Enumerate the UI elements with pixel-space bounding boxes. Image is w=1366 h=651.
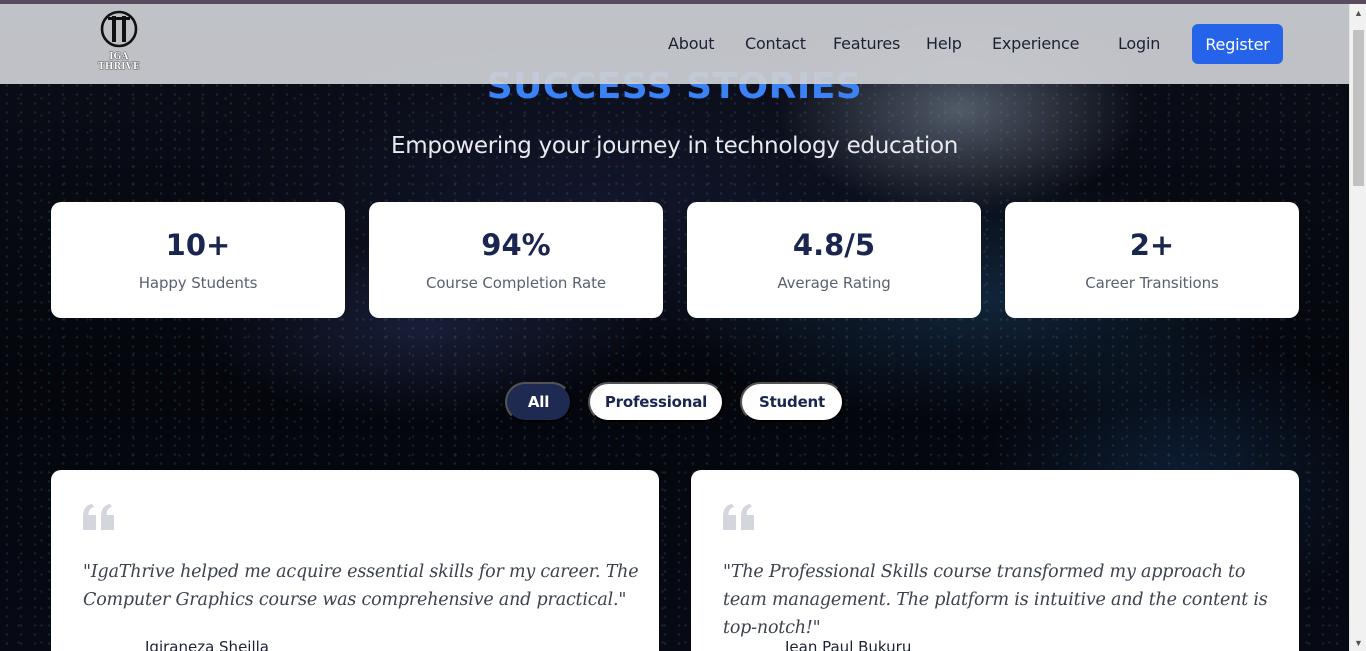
stat-label: Career Transitions: [1085, 274, 1219, 292]
stat-card-career-transitions: 2+ Career Transitions: [1005, 202, 1299, 318]
filter-professional-button[interactable]: Professional: [588, 382, 724, 422]
filter-student-button[interactable]: Student: [740, 382, 844, 422]
scrollbar-thumb[interactable]: [1353, 30, 1364, 186]
stat-label: Happy Students: [138, 274, 258, 292]
page-scrollbar[interactable]: ▲ ▼: [1349, 4, 1366, 651]
testimonial-author: Igiraneza Sheilla: [145, 638, 269, 651]
register-button[interactable]: Register: [1192, 24, 1283, 64]
nav-experience[interactable]: Experience: [992, 34, 1079, 53]
testimonial-quote: "The Professional Skills course transfor…: [723, 562, 1268, 638]
nav-features[interactable]: Features: [833, 34, 900, 53]
nav-contact[interactable]: Contact: [745, 34, 806, 53]
logo-icon: [100, 10, 138, 48]
login-link[interactable]: Login: [1118, 34, 1160, 53]
stat-label: Course Completion Rate: [425, 274, 606, 292]
nav-about[interactable]: About: [668, 34, 715, 53]
testimonial-card: "IgaThrive helped me acquire essential s…: [51, 470, 659, 651]
stat-card-average-rating: 4.8/5 Average Rating: [687, 202, 981, 318]
testimonial-author: Jean Paul Bukuru: [785, 638, 912, 651]
logo-text: IGA THRIVE: [98, 52, 140, 72]
filter-all-button[interactable]: All: [505, 382, 572, 422]
stat-value: 10+: [165, 228, 231, 262]
window-top-border: [0, 0, 1366, 4]
scroll-down-arrow-icon[interactable]: ▼: [1350, 634, 1366, 651]
testimonial-quote: "IgaThrive helped me acquire essential s…: [83, 562, 639, 610]
site-header: IGA THRIVE About Contact Features Help E…: [0, 4, 1349, 84]
testimonial-card: "The Professional Skills course transfor…: [691, 470, 1299, 651]
stat-value: 4.8/5: [792, 228, 876, 262]
nav-help[interactable]: Help: [926, 34, 962, 53]
brand-logo[interactable]: IGA THRIVE: [88, 10, 150, 72]
stat-label: Average Rating: [777, 274, 891, 292]
page-subtitle: Empowering your journey in technology ed…: [391, 133, 958, 159]
stat-value: 94%: [481, 228, 551, 262]
stat-value: 2+: [1129, 228, 1175, 262]
stat-card-completion-rate: 94% Course Completion Rate: [369, 202, 663, 318]
stat-card-happy-students: 10+ Happy Students: [51, 202, 345, 318]
quote-icon: [83, 504, 114, 530]
quote-icon: [723, 504, 754, 530]
scroll-up-arrow-icon[interactable]: ▲: [1350, 4, 1366, 21]
